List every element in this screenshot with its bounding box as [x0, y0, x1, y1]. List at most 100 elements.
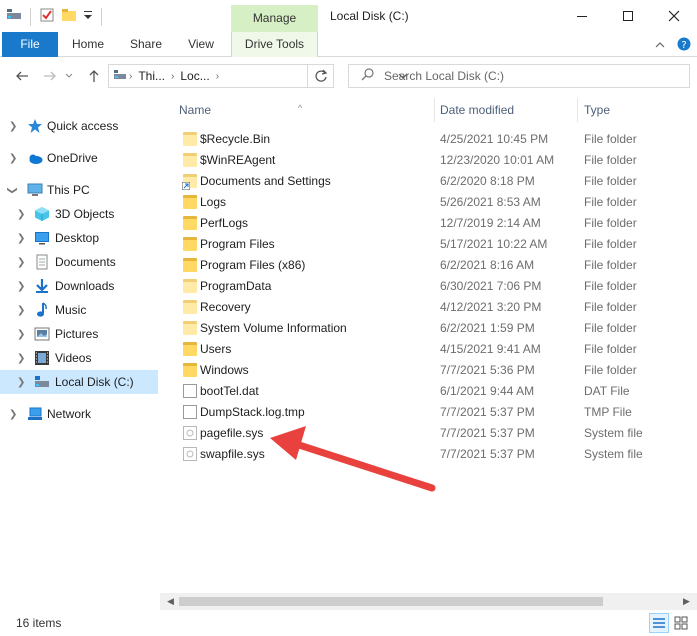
column-header-date[interactable]: Date modified — [431, 96, 577, 124]
star-icon — [27, 118, 43, 134]
new-folder-icon[interactable] — [61, 7, 77, 26]
back-button[interactable] — [12, 66, 32, 86]
drive-icon — [113, 69, 127, 84]
large-icons-view-button[interactable] — [671, 613, 691, 633]
nav-item-quick-access[interactable]: ❯ Quick access — [0, 114, 158, 138]
file-row[interactable]: Users 4/15/2021 9:41 AM File folder — [180, 339, 686, 360]
chevron-right-icon[interactable]: ❯ — [17, 257, 25, 268]
forward-button[interactable] — [40, 66, 60, 86]
chevron-down-icon[interactable]: ❯ — [7, 186, 18, 194]
breadcrumb-separator-icon[interactable]: › — [171, 71, 174, 82]
file-list: Name ^ Date modified Type $Recycle.Bin 4/… — [170, 96, 690, 592]
file-row[interactable]: $WinREAgent 12/23/2020 10:01 AM File folde… — [180, 150, 686, 171]
help-icon[interactable]: ? — [677, 37, 691, 54]
cube-icon — [34, 206, 50, 222]
nav-item-3d-objects[interactable]: ❯ 3D Objects — [0, 202, 158, 226]
nav-item-local-disk[interactable]: ❯ Local Disk (C:) — [0, 370, 158, 394]
window-title: Local Disk (C:) — [330, 9, 409, 23]
drive-icon[interactable] — [6, 7, 22, 26]
scroll-left-icon[interactable]: ◀ — [162, 593, 179, 610]
chevron-right-icon[interactable]: ❯ — [17, 209, 25, 220]
breadcrumb-this-pc[interactable]: Thi... — [138, 69, 165, 83]
properties-icon[interactable] — [39, 7, 55, 26]
navigation-bar: › Thi... › Loc... › Search Local Disk (C… — [0, 58, 697, 96]
refresh-button[interactable] — [308, 64, 334, 88]
column-header-type[interactable]: Type — [575, 96, 685, 124]
file-row[interactable]: Program Files (x86) 6/2/2021 8:16 AM File … — [180, 255, 686, 276]
nav-item-network[interactable]: ❯ Network — [0, 402, 158, 426]
nav-item-music[interactable]: ❯ Music — [0, 298, 158, 322]
recent-locations-button[interactable] — [62, 66, 76, 86]
nav-item-desktop[interactable]: ❯ Desktop — [0, 226, 158, 250]
file-row[interactable]: System Volume Information 6/2/2021 1:59 P… — [180, 318, 686, 339]
close-icon — [668, 10, 680, 22]
nav-item-label: Videos — [55, 351, 92, 365]
nav-item-videos[interactable]: ❯ Videos — [0, 346, 158, 370]
file-date: 4/12/2021 3:20 PM — [440, 300, 542, 314]
file-row[interactable]: bootTel.dat 6/1/2021 9:44 AM DAT File — [180, 381, 686, 402]
nav-item-onedrive[interactable]: ❯ OneDrive — [0, 146, 158, 170]
file-row[interactable]: Program Files 5/17/2021 10:22 AM File fold… — [180, 234, 686, 255]
file-row[interactable]: ProgramData 6/30/2021 7:06 PM File folder — [180, 276, 686, 297]
column-header-name[interactable]: Name ^ — [170, 96, 434, 124]
tab-home[interactable]: Home — [64, 32, 112, 57]
chevron-right-icon[interactable]: ❯ — [17, 233, 25, 244]
search-placeholder: Search Local Disk (C:) — [384, 69, 505, 83]
tab-file[interactable]: File — [2, 32, 58, 57]
nav-item-pictures[interactable]: ❯ Pictures — [0, 322, 158, 346]
file-date: 7/7/2021 5:36 PM — [440, 363, 535, 377]
manage-tab[interactable]: Manage — [231, 5, 318, 32]
file-type: System file — [584, 426, 643, 440]
search-box[interactable]: Search Local Disk (C:) — [348, 64, 690, 88]
chevron-right-icon[interactable]: ❯ — [17, 377, 25, 388]
file-row[interactable]: pagefile.sys 7/7/2021 5:37 PM System file — [180, 423, 686, 444]
file-date: 6/2/2021 8:16 AM — [440, 258, 535, 272]
horizontal-scrollbar[interactable]: ◀ ▶ — [160, 593, 697, 610]
file-icon — [183, 384, 197, 398]
chevron-right-icon[interactable]: ❯ — [9, 121, 17, 132]
address-bar[interactable]: › Thi... › Loc... › — [108, 64, 408, 88]
close-button[interactable] — [651, 0, 697, 32]
tab-drive-tools[interactable]: Drive Tools — [231, 32, 318, 57]
nav-item-label: Downloads — [55, 279, 115, 293]
chevron-right-icon[interactable]: ❯ — [9, 409, 17, 420]
scroll-right-icon[interactable]: ▶ — [678, 593, 695, 610]
breadcrumb-separator-icon[interactable]: › — [216, 71, 219, 82]
chevron-right-icon[interactable]: ❯ — [17, 329, 25, 340]
file-row[interactable]: DumpStack.log.tmp 7/7/2021 5:37 PM TMP Fil… — [180, 402, 686, 423]
file-row[interactable]: swapfile.sys 7/7/2021 5:37 PM System file — [180, 444, 686, 465]
tab-view[interactable]: View — [180, 32, 222, 57]
videos-icon — [34, 350, 50, 366]
file-date: 6/30/2021 7:06 PM — [440, 279, 542, 293]
file-name: Program Files — [200, 237, 275, 251]
breadcrumb-local-disk[interactable]: Loc... — [180, 69, 209, 83]
tab-share[interactable]: Share — [122, 32, 170, 57]
file-date: 6/1/2021 9:44 AM — [440, 384, 535, 398]
nav-item-downloads[interactable]: ❯ Downloads — [0, 274, 158, 298]
chevron-right-icon[interactable]: ❯ — [17, 305, 25, 316]
nav-item-this-pc[interactable]: ❯ This PC — [0, 178, 158, 202]
chevron-right-icon[interactable]: ❯ — [17, 281, 25, 292]
scrollbar-thumb[interactable] — [179, 597, 603, 606]
system-file-icon — [183, 426, 197, 440]
file-row[interactable]: Recovery 4/12/2021 3:20 PM File folder — [180, 297, 686, 318]
file-row[interactable]: Logs 5/26/2021 8:53 AM File folder — [180, 192, 686, 213]
chevron-down-icon — [65, 73, 73, 78]
nav-item-documents[interactable]: ❯ Documents — [0, 250, 158, 274]
file-row[interactable]: Windows 7/7/2021 5:36 PM File folder — [180, 360, 686, 381]
up-button[interactable] — [84, 66, 104, 86]
folder-icon — [183, 195, 197, 209]
minimize-button[interactable] — [559, 0, 605, 32]
chevron-right-icon[interactable]: ❯ — [17, 353, 25, 364]
file-row[interactable]: Documents and Settings 6/2/2020 8:18 PM Fi… — [180, 171, 686, 192]
maximize-button[interactable] — [605, 0, 651, 32]
chevron-right-icon[interactable]: ❯ — [9, 153, 17, 164]
file-name: ProgramData — [200, 279, 272, 293]
details-view-button[interactable] — [649, 613, 669, 633]
file-icon — [183, 405, 197, 419]
breadcrumb-separator-icon[interactable]: › — [129, 71, 132, 82]
file-row[interactable]: PerfLogs 12/7/2019 2:14 AM File folder — [180, 213, 686, 234]
customize-toolbar-icon[interactable] — [83, 7, 93, 26]
expand-ribbon-icon[interactable] — [655, 39, 665, 53]
file-row[interactable]: $Recycle.Bin 4/25/2021 10:45 PM File folde… — [180, 129, 686, 150]
